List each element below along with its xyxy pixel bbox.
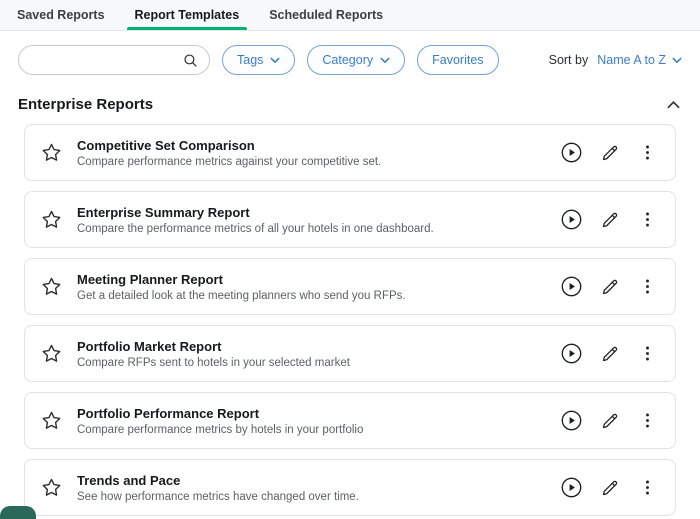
chevron-down-icon: [270, 57, 280, 64]
report-card: Trends and Pace See how performance metr…: [24, 459, 676, 516]
chevron-down-icon: [380, 57, 390, 64]
edit-report-icon[interactable]: [595, 138, 624, 167]
report-actions: [557, 272, 662, 301]
more-options-icon[interactable]: [633, 473, 662, 502]
report-text: Portfolio Performance Report Compare per…: [77, 406, 542, 436]
report-card: Competitive Set Comparison Compare perfo…: [24, 124, 676, 181]
report-list: Competitive Set Comparison Compare perfo…: [0, 124, 700, 516]
run-report-icon[interactable]: [557, 473, 586, 502]
report-actions: [557, 138, 662, 167]
category-filter-label: Category: [322, 53, 374, 67]
favorite-star-icon[interactable]: [41, 276, 62, 297]
tags-filter-label: Tags: [237, 53, 264, 67]
report-description: See how performance metrics have changed…: [77, 490, 359, 503]
sort-dropdown-value: Name A to Z: [597, 53, 666, 67]
more-options-icon[interactable]: [633, 406, 662, 435]
tab-saved-reports[interactable]: Saved Reports: [2, 0, 120, 30]
more-options-icon[interactable]: [633, 205, 662, 234]
report-card: Meeting Planner Report Get a detailed lo…: [24, 258, 676, 315]
report-actions: [557, 406, 662, 435]
edit-report-icon[interactable]: [595, 205, 624, 234]
edit-report-icon[interactable]: [595, 272, 624, 301]
tab-scheduled-reports[interactable]: Scheduled Reports: [254, 0, 398, 30]
more-options-icon[interactable]: [633, 138, 662, 167]
collapse-section-icon[interactable]: [667, 100, 680, 109]
sort-by-label: Sort by: [548, 53, 589, 67]
report-title: Portfolio Performance Report: [77, 405, 260, 421]
search-box[interactable]: [18, 45, 210, 75]
report-title: Trends and Pace: [77, 472, 181, 488]
report-description: Compare performance metrics against your…: [77, 155, 382, 168]
report-card: Enterprise Summary Report Compare the pe…: [24, 191, 676, 248]
report-actions: [557, 205, 662, 234]
report-description: Get a detailed look at the meeting plann…: [77, 289, 406, 302]
run-report-icon[interactable]: [557, 339, 586, 368]
edit-report-icon[interactable]: [595, 473, 624, 502]
report-title: Meeting Planner Report: [77, 271, 223, 287]
report-text: Competitive Set Comparison Compare perfo…: [77, 138, 542, 168]
section-title: Enterprise Reports: [18, 96, 154, 113]
more-options-icon[interactable]: [633, 339, 662, 368]
enterprise-reports-section-header: Enterprise Reports: [0, 75, 700, 124]
report-title: Portfolio Market Report: [77, 338, 222, 354]
report-description: Compare the performance metrics of all y…: [77, 222, 434, 235]
favorite-star-icon[interactable]: [41, 410, 62, 431]
favorites-filter-label: Favorites: [432, 53, 484, 67]
favorites-filter-button[interactable]: Favorites: [417, 45, 499, 75]
report-title: Competitive Set Comparison: [77, 137, 255, 153]
run-report-icon[interactable]: [557, 138, 586, 167]
search-input[interactable]: [33, 51, 182, 69]
report-text: Enterprise Summary Report Compare the pe…: [77, 205, 542, 235]
report-text: Portfolio Market Report Compare RFPs sen…: [77, 339, 542, 369]
search-icon: [182, 52, 199, 69]
favorite-star-icon[interactable]: [41, 142, 62, 163]
filters-row: Tags Category Favorites Sort by Name A t…: [0, 31, 700, 75]
report-text: Meeting Planner Report Get a detailed lo…: [77, 272, 542, 302]
more-options-icon[interactable]: [633, 272, 662, 301]
report-title: Enterprise Summary Report: [77, 204, 250, 220]
run-report-icon[interactable]: [557, 272, 586, 301]
report-card: Portfolio Market Report Compare RFPs sen…: [24, 325, 676, 382]
edit-report-icon[interactable]: [595, 406, 624, 435]
edit-report-icon[interactable]: [595, 339, 624, 368]
tab-report-templates[interactable]: Report Templates: [120, 0, 255, 30]
report-text: Trends and Pace See how performance metr…: [77, 473, 542, 503]
favorite-star-icon[interactable]: [41, 209, 62, 230]
favorite-star-icon[interactable]: [41, 477, 62, 498]
report-actions: [557, 339, 662, 368]
sort-dropdown[interactable]: Name A to Z: [597, 53, 682, 67]
tags-filter-button[interactable]: Tags: [222, 45, 296, 75]
run-report-icon[interactable]: [557, 205, 586, 234]
chevron-down-icon: [672, 57, 682, 64]
sort-control: Sort by Name A to Z: [549, 53, 682, 67]
report-description: Compare performance metrics by hotels in…: [77, 423, 364, 436]
category-filter-button[interactable]: Category: [307, 45, 406, 75]
report-actions: [557, 473, 662, 502]
chat-launcher-partial[interactable]: [0, 506, 36, 519]
report-card: Portfolio Performance Report Compare per…: [24, 392, 676, 449]
report-description: Compare RFPs sent to hotels in your sele…: [77, 356, 350, 369]
run-report-icon[interactable]: [557, 406, 586, 435]
report-tabs: Saved Reports Report Templates Scheduled…: [0, 0, 700, 31]
favorite-star-icon[interactable]: [41, 343, 62, 364]
